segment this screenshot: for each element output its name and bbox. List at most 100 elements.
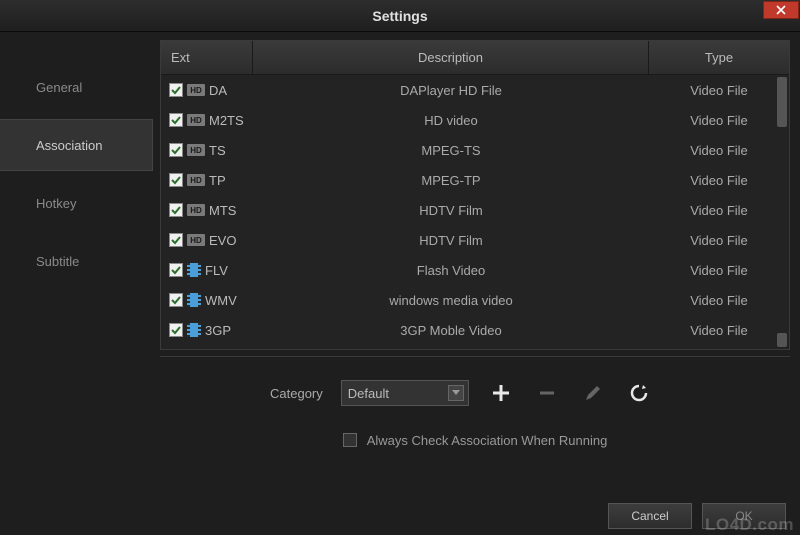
ok-button[interactable]: OK xyxy=(702,503,786,529)
divider xyxy=(160,356,790,357)
main-panel: Ext Description Type HDDADAPlayer HD Fil… xyxy=(152,32,800,494)
add-button[interactable] xyxy=(487,379,515,407)
cell-ext: HD EVO xyxy=(161,233,253,248)
ext-text: EVO xyxy=(209,233,236,248)
row-checkbox[interactable] xyxy=(169,323,183,337)
edit-button[interactable] xyxy=(579,379,607,407)
ext-text: 3GP xyxy=(205,323,231,338)
cell-description: HD video xyxy=(253,113,649,128)
cell-ext: HD M2TS xyxy=(161,113,253,128)
titlebar: Settings xyxy=(0,0,800,32)
cell-type: Video File xyxy=(649,263,789,278)
cell-type: Video File xyxy=(649,203,789,218)
settings-window: Settings General Association Hotkey Subt… xyxy=(0,0,800,535)
table-row[interactable]: 3GP3GP Moble VideoVideo File xyxy=(161,315,789,345)
category-label: Category xyxy=(270,386,323,401)
plus-icon xyxy=(491,383,511,403)
cell-ext: 3GP xyxy=(161,323,253,338)
sidebar-item-general[interactable]: General xyxy=(0,62,152,112)
row-checkbox[interactable] xyxy=(169,143,183,157)
hd-icon: HD xyxy=(187,234,205,246)
hd-icon: HD xyxy=(187,84,205,96)
sidebar-item-label: Subtitle xyxy=(36,254,79,269)
scrollbar-thumb-lower[interactable] xyxy=(777,333,787,347)
row-checkbox[interactable] xyxy=(169,113,183,127)
cell-ext: HD TS xyxy=(161,143,253,158)
table-header: Ext Description Type xyxy=(161,41,789,75)
row-checkbox[interactable] xyxy=(169,83,183,97)
cell-type: Video File xyxy=(649,323,789,338)
column-header-ext[interactable]: Ext xyxy=(161,41,253,74)
cell-type: Video File xyxy=(649,293,789,308)
table-row[interactable]: HDDADAPlayer HD FileVideo File xyxy=(161,75,789,105)
column-header-description[interactable]: Description xyxy=(253,41,649,74)
ext-text: TP xyxy=(209,173,226,188)
ext-text: MTS xyxy=(209,203,236,218)
scrollbar[interactable] xyxy=(777,77,787,347)
cell-type: Video File xyxy=(649,83,789,98)
film-icon xyxy=(187,293,201,307)
sidebar-item-subtitle[interactable]: Subtitle xyxy=(0,236,152,286)
titlebar-title: Settings xyxy=(372,8,427,24)
always-check-checkbox[interactable] xyxy=(343,433,357,447)
hd-icon: HD xyxy=(187,144,205,156)
film-icon xyxy=(187,263,201,277)
association-table: Ext Description Type HDDADAPlayer HD Fil… xyxy=(160,40,790,350)
cell-ext: HD TP xyxy=(161,173,253,188)
hd-icon: HD xyxy=(187,114,205,126)
table-row[interactable]: HD MTS HDTV FilmVideo File xyxy=(161,195,789,225)
row-checkbox[interactable] xyxy=(169,263,183,277)
ext-text: M2TS xyxy=(209,113,244,128)
refresh-button[interactable] xyxy=(625,379,653,407)
row-checkbox[interactable] xyxy=(169,293,183,307)
cell-description: HDTV Film xyxy=(253,203,649,218)
cell-description: Flash Video xyxy=(253,263,649,278)
scrollbar-thumb[interactable] xyxy=(777,77,787,127)
row-checkbox[interactable] xyxy=(169,173,183,187)
table-body[interactable]: HDDADAPlayer HD FileVideo FileHDM2TSHD v… xyxy=(161,75,789,349)
ext-text: WMV xyxy=(205,293,237,308)
row-checkbox[interactable] xyxy=(169,233,183,247)
ext-text: DA xyxy=(209,83,227,98)
cell-ext: HD MTS xyxy=(161,203,253,218)
content: General Association Hotkey Subtitle Ext … xyxy=(0,32,800,494)
sidebar-item-label: General xyxy=(36,80,82,95)
cell-type: Video File xyxy=(649,173,789,188)
cell-description: MPEG-TS xyxy=(253,143,649,158)
cell-type: Video File xyxy=(649,233,789,248)
table-row[interactable]: HD M2TS HD videoVideo File xyxy=(161,105,789,135)
cell-ext: HD DA xyxy=(161,83,253,98)
table-row[interactable]: HD TS MPEG-TSVideo File xyxy=(161,135,789,165)
column-header-type[interactable]: Type xyxy=(649,41,789,74)
cell-type: Video File xyxy=(649,113,789,128)
sidebar-item-association[interactable]: Association xyxy=(0,120,152,170)
remove-button[interactable] xyxy=(533,379,561,407)
sidebar: General Association Hotkey Subtitle xyxy=(0,32,152,494)
table-row[interactable]: FLV Flash VideoVideo File xyxy=(161,255,789,285)
table-row[interactable]: HDTPMPEG-TPVideo File xyxy=(161,165,789,195)
ext-text: FLV xyxy=(205,263,228,278)
pencil-icon xyxy=(583,383,603,403)
sidebar-item-hotkey[interactable]: Hotkey xyxy=(0,178,152,228)
film-icon xyxy=(187,323,201,337)
sidebar-item-label: Association xyxy=(36,138,102,153)
category-value: Default xyxy=(348,386,389,401)
row-checkbox[interactable] xyxy=(169,203,183,217)
hd-icon: HD xyxy=(187,174,205,186)
always-check-row: Always Check Association When Running xyxy=(160,423,790,457)
table-row[interactable]: HD EVO HDTV FilmVideo File xyxy=(161,225,789,255)
cell-description: HDTV Film xyxy=(253,233,649,248)
cell-ext: WMV xyxy=(161,293,253,308)
always-check-label: Always Check Association When Running xyxy=(367,433,608,448)
close-button[interactable] xyxy=(763,1,799,19)
category-toolbar: Category Default xyxy=(160,363,790,423)
cancel-button[interactable]: Cancel xyxy=(608,503,692,529)
chevron-down-icon xyxy=(448,385,464,401)
category-select[interactable]: Default xyxy=(341,380,469,406)
minus-icon xyxy=(537,383,557,403)
table-row[interactable]: WMVwindows media videoVideo File xyxy=(161,285,789,315)
ext-text: TS xyxy=(209,143,226,158)
dialog-buttons: Cancel OK xyxy=(608,503,786,529)
cell-type: Video File xyxy=(649,143,789,158)
hd-icon: HD xyxy=(187,204,205,216)
